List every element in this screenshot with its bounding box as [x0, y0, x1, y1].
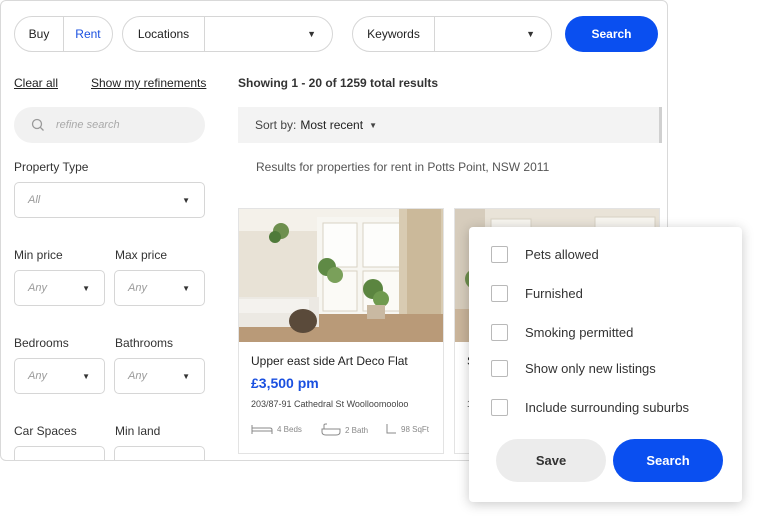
smoking-permitted-checkbox[interactable]: [491, 324, 508, 341]
min-land-select[interactable]: [114, 446, 205, 460]
refine-search-placeholder: refine search: [56, 119, 120, 131]
more-filters-popup: Pets allowed Furnished Smoking permitted…: [469, 227, 742, 502]
rent-tab[interactable]: Rent: [64, 17, 112, 51]
listing-title[interactable]: Upper east side Art Deco Flat: [251, 354, 408, 368]
results-count: Showing 1 - 20 of 1259 total results: [238, 76, 439, 90]
buy-tab[interactable]: Buy: [15, 17, 63, 51]
car-spaces-select[interactable]: [14, 446, 105, 460]
max-price-label: Max price: [115, 248, 168, 262]
surrounding-suburbs-option[interactable]: Include surrounding suburbs: [491, 399, 689, 416]
bedrooms-value: Any: [28, 370, 47, 382]
new-listings-option[interactable]: Show only new listings: [491, 360, 656, 377]
max-price-select[interactable]: Any ▼: [114, 270, 205, 306]
listing-address: 203/87-91 Cathedral St Woolloomooloo: [251, 399, 409, 409]
chevron-down-icon[interactable]: ▼: [369, 121, 377, 130]
new-listings-label: Show only new listings: [525, 361, 656, 376]
sort-bar[interactable]: Sort by: Most recent ▼: [238, 107, 662, 143]
min-price-label: Min price: [14, 248, 63, 262]
bath-text: 2 Bath: [345, 425, 369, 435]
min-land-label: Min land: [115, 424, 161, 438]
property-type-select[interactable]: All ▼: [14, 182, 205, 218]
bed-icon: [251, 425, 273, 434]
size-feature: 98 SqFt: [385, 423, 429, 435]
clear-all-link[interactable]: Clear all: [14, 76, 58, 90]
listing-price: £3,500 pm: [251, 375, 319, 391]
locations-dropdown[interactable]: Locations ▼: [122, 16, 333, 52]
pets-allowed-checkbox[interactable]: [491, 246, 508, 263]
smoking-permitted-option[interactable]: Smoking permitted: [491, 324, 633, 341]
new-listings-checkbox[interactable]: [491, 360, 508, 377]
bedrooms-select[interactable]: Any ▼: [14, 358, 105, 394]
chevron-down-icon[interactable]: ▼: [435, 29, 551, 39]
smoking-permitted-label: Smoking permitted: [525, 325, 634, 340]
beds-text: 4 Beds: [277, 424, 302, 434]
search-icon: [30, 117, 46, 133]
surrounding-suburbs-label: Include surrounding suburbs: [525, 400, 690, 415]
surrounding-suburbs-checkbox[interactable]: [491, 399, 508, 416]
furnished-option[interactable]: Furnished: [491, 285, 583, 302]
area-icon: [386, 424, 396, 434]
sort-value[interactable]: Most recent: [300, 118, 363, 132]
bath-feature: 2 Bath: [321, 423, 368, 437]
bathrooms-label: Bathrooms: [115, 336, 174, 350]
size-text: 98 SqFt: [401, 424, 430, 434]
property-type-label: Property Type: [14, 160, 89, 174]
refine-search-input[interactable]: refine search: [14, 107, 205, 143]
pets-allowed-label: Pets allowed: [525, 247, 599, 262]
search-button[interactable]: Search: [565, 16, 658, 52]
chevron-down-icon: ▼: [182, 195, 190, 205]
furnished-checkbox[interactable]: [491, 285, 508, 302]
bedrooms-label: Bedrooms: [14, 336, 69, 350]
bathrooms-select[interactable]: Any ▼: [114, 358, 205, 394]
keywords-label: Keywords: [353, 17, 435, 51]
beds-feature: 4 Beds: [251, 423, 302, 435]
chevron-down-icon[interactable]: ▼: [205, 29, 332, 39]
chevron-down-icon: ▼: [82, 283, 90, 293]
furnished-label: Furnished: [525, 286, 583, 301]
chevron-down-icon: ▼: [182, 371, 190, 381]
show-refinements-link[interactable]: Show my refinements: [91, 76, 206, 90]
results-description: Results for properties for rent in Potts…: [256, 160, 550, 174]
sort-label: Sort by:: [255, 118, 297, 132]
keywords-dropdown[interactable]: Keywords ▼: [352, 16, 552, 52]
min-price-value: Any: [28, 282, 47, 294]
max-price-value: Any: [128, 282, 147, 294]
buy-rent-toggle: Buy Rent: [14, 16, 113, 52]
popup-search-button[interactable]: Search: [613, 439, 723, 482]
save-button[interactable]: Save: [496, 439, 606, 482]
car-spaces-label: Car Spaces: [14, 424, 77, 438]
chevron-down-icon: ▼: [82, 371, 90, 381]
pets-allowed-option[interactable]: Pets allowed: [491, 246, 599, 263]
locations-label: Locations: [123, 17, 205, 51]
chevron-down-icon: ▼: [182, 283, 190, 293]
property-type-value: All: [28, 194, 41, 206]
listing-card[interactable]: Upper east side Art Deco Flat £3,500 pm …: [238, 208, 444, 454]
bath-icon: [321, 423, 341, 436]
bathrooms-value: Any: [128, 370, 147, 382]
min-price-select[interactable]: Any ▼: [14, 270, 105, 306]
listing-photo[interactable]: [239, 209, 443, 342]
